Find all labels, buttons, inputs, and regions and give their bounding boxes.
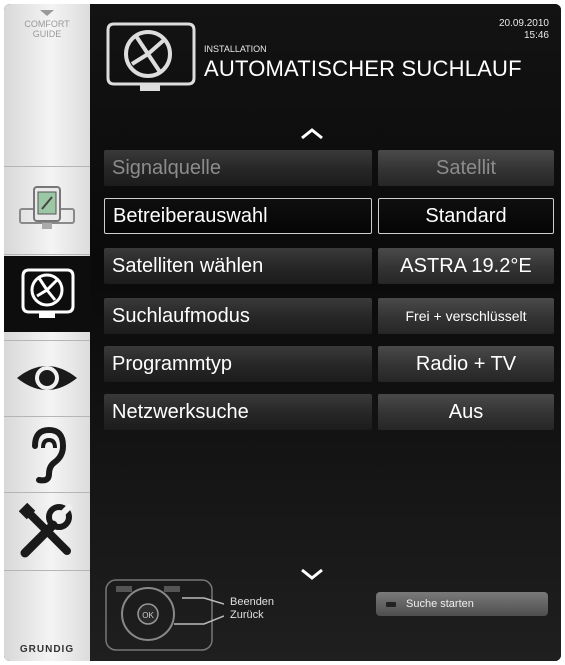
- tv-menu-screen: COMFORT GUIDE GRUNDIG 20.09.2010 15:46 I…: [4, 4, 561, 661]
- comfort-guide-arrow-icon: [40, 10, 54, 16]
- settings-tools-icon: [19, 503, 74, 558]
- installation-satellite-icon: [106, 22, 196, 91]
- legend-exit: Beenden: [230, 596, 275, 608]
- start-search-label: Suche starten: [406, 598, 474, 610]
- brand-logo: GRUNDIG: [19, 644, 75, 655]
- row-satelliten-waehlen[interactable]: Satelliten wählen ASTRA 19.2°E: [104, 248, 554, 284]
- source-tv-icon: [19, 186, 75, 229]
- row-betreiberauswahl[interactable]: Betreiberauswahl Standard: [104, 198, 554, 234]
- red-key-icon: [386, 601, 396, 607]
- row-programmtyp[interactable]: Programmtyp Radio + TV: [104, 346, 554, 382]
- comfort-guide-text-2: GUIDE: [32, 29, 62, 39]
- row-value: Radio + TV: [378, 346, 554, 382]
- row-value: ASTRA 19.2°E: [378, 248, 554, 284]
- remote-ok-label: OK: [142, 611, 154, 620]
- breadcrumb: INSTALLATION: [204, 44, 267, 54]
- row-label: Programmtyp: [104, 346, 372, 382]
- row-value: Frei + verschlüsselt: [378, 298, 554, 334]
- time-label: 15:46: [523, 30, 549, 41]
- sidebar-divider: [4, 492, 90, 493]
- comfort-guide-sidebar: COMFORT GUIDE GRUNDIG: [4, 4, 90, 661]
- installation-satellite-icon: [21, 268, 75, 318]
- header-installation-icon: [104, 22, 196, 97]
- remote-dpad-icon: OK: [105, 579, 225, 651]
- legend-back: Zurück: [230, 609, 264, 621]
- sidebar-divider: [4, 166, 90, 167]
- sidebar-divider: [4, 570, 90, 571]
- row-value: Aus: [378, 394, 554, 430]
- row-label: Satelliten wählen: [104, 248, 372, 284]
- sound-ear-icon: [32, 426, 67, 484]
- remote-control-hint: OK: [104, 578, 225, 657]
- sidebar-item-installation[interactable]: [4, 256, 90, 332]
- picture-eye-icon: [17, 366, 77, 390]
- row-signalquelle[interactable]: Signalquelle Satellit: [104, 150, 554, 186]
- sidebar-divider: [4, 254, 90, 255]
- page-title: AUTOMATISCHER SUCHLAUF: [204, 56, 522, 81]
- main-panel: 20.09.2010 15:46 INSTALLATION AUTOMATISC…: [90, 4, 561, 661]
- sidebar-divider: [4, 416, 90, 417]
- comfort-guide-label[interactable]: COMFORT GUIDE: [4, 10, 90, 39]
- date-label: 20.09.2010: [498, 18, 549, 29]
- row-value: Standard: [378, 198, 554, 234]
- row-label: Betreiberauswahl: [104, 198, 372, 234]
- clock: 20.09.2010 15:46: [499, 18, 549, 42]
- sidebar-installation-icon-wrap: [4, 260, 90, 328]
- sidebar-item-sound[interactable]: [4, 424, 90, 486]
- start-search-button[interactable]: Suche starten: [376, 592, 548, 616]
- row-value: Satellit: [378, 150, 554, 186]
- sidebar-item-settings[interactable]: [4, 500, 90, 562]
- sidebar-divider: [4, 340, 90, 341]
- scroll-down-icon[interactable]: [300, 568, 324, 580]
- scroll-up-icon[interactable]: [300, 128, 324, 140]
- sidebar-item-source[interactable]: [4, 174, 90, 244]
- row-suchlaufmodus[interactable]: Suchlaufmodus Frei + verschlüsselt: [104, 298, 554, 334]
- row-label: Signalquelle: [104, 150, 372, 186]
- sidebar-item-picture[interactable]: [4, 348, 90, 408]
- row-label: Suchlaufmodus: [104, 298, 372, 334]
- row-netzwerksuche[interactable]: Netzwerksuche Aus: [104, 394, 554, 430]
- row-label: Netzwerksuche: [104, 394, 372, 430]
- key-legend: Beenden Zurück: [230, 596, 274, 622]
- comfort-guide-text-1: COMFORT: [24, 19, 70, 29]
